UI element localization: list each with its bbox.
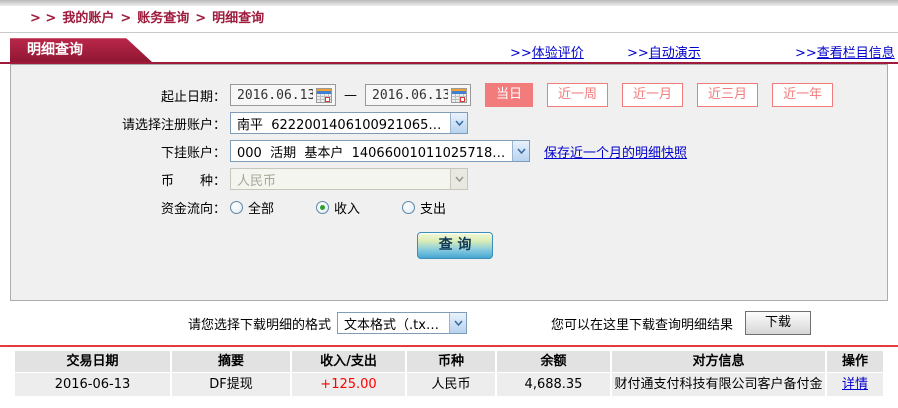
radio-flow-expense[interactable]: 支出 (402, 198, 446, 217)
radio-label: 支出 (420, 201, 447, 217)
breadcrumb-item-my-account[interactable]: 我的账户 (62, 11, 114, 26)
page: > > 我的账户 > 账务查询 > 明细查询 明细查询 >>体验评价 >>自动演示 >>查… (0, 0, 898, 408)
currency-value: 人民币 (237, 173, 277, 189)
radio-checked-icon (316, 200, 330, 214)
register-account-row: 请选择注册账户： 南平 6222001406100921065 灵通卡 (11, 109, 887, 137)
end-date-input[interactable] (372, 87, 448, 103)
cell-summary: DF提现 (172, 373, 290, 396)
radio-flow-income[interactable]: 收入 (316, 198, 360, 217)
cell-action: 详情 (827, 373, 883, 396)
start-date-input[interactable] (237, 87, 313, 103)
chevron-down-icon (512, 141, 529, 161)
calendar-icon[interactable] (316, 87, 332, 103)
header-currency: 币种 (407, 351, 495, 372)
radio-label: 全部 (248, 201, 275, 217)
register-account-select[interactable]: 南平 6222001406100921065 灵通卡 (230, 112, 468, 134)
sub-account-select[interactable]: 000 活期 基本户 1406600101102571848 (230, 140, 530, 162)
download-row: 请您选择下载明细的格式 文本格式（.txt） 您可以在这里下载查询明细结果 下载 (188, 308, 898, 338)
sub-account-label: 下挂账户： (160, 145, 226, 161)
link-label: 自动演示 (648, 46, 701, 61)
quick-range-week-button[interactable]: 近一周 (547, 83, 609, 107)
link-view-column-info[interactable]: >>查看栏目信息 (795, 42, 895, 61)
query-button-row: 查 询 (11, 232, 887, 259)
breadcrumb-separator: > (195, 11, 207, 26)
header-summary: 摘要 (172, 351, 290, 372)
download-format-label: 请您选择下载明细的格式 (188, 317, 332, 333)
chevron-down-icon (450, 113, 467, 133)
date-separator: — (344, 87, 357, 103)
header-amount: 收入/支出 (292, 351, 405, 372)
currency-row: 币 种： 人民币 (11, 165, 887, 193)
sub-account-value: 000 活期 基本户 1406600101102571848 (237, 145, 509, 161)
table-top-divider (0, 345, 898, 347)
download-format-value: 文本格式（.txt） (344, 317, 445, 333)
divider (0, 32, 898, 33)
radio-icon (230, 200, 243, 214)
table-header-row: 交易日期 摘要 收入/支出 币种 余额 对方信息 操作 (15, 351, 883, 372)
radio-flow-all[interactable]: 全部 (230, 198, 274, 217)
link-prefix: >> (627, 46, 649, 61)
cell-balance: 4,688.35 (497, 373, 610, 396)
currency-label: 币 种： (160, 173, 226, 189)
link-experience-rating[interactable]: >>体验评价 (510, 42, 584, 61)
download-format-select[interactable]: 文本格式（.txt） (337, 312, 468, 334)
table-row: 2016-06-13 DF提现 +125.00 人民币 4,688.35 财付通… (15, 373, 883, 396)
start-date-field (230, 84, 336, 106)
tab-detail-query[interactable]: 明细查询 (10, 38, 152, 62)
download-hint: 您可以在这里下载查询明细结果 (551, 317, 734, 333)
cell-amount: +125.00 (292, 373, 405, 396)
detail-link[interactable]: 详情 (842, 377, 868, 392)
header-counterparty: 对方信息 (612, 351, 825, 372)
end-date-field (365, 84, 471, 106)
cell-counterparty: 财付通支付科技有限公司客户备付金 (612, 373, 825, 396)
save-snapshot-link[interactable]: 保存近一个月的明细快照 (544, 142, 687, 161)
breadcrumb-prefix: > > (30, 11, 57, 26)
header-action: 操作 (827, 351, 883, 372)
link-prefix: >> (795, 46, 817, 61)
header-balance: 余额 (497, 351, 610, 372)
breadcrumb-item-account-query[interactable]: 账务查询 (137, 11, 189, 26)
fund-flow-row: 资金流向： 全部 收入 支出 (11, 193, 887, 221)
fund-flow-label: 资金流向： (160, 201, 226, 217)
query-form: 起止日期： — (10, 64, 888, 301)
breadcrumb-separator: > (120, 11, 132, 26)
breadcrumb: > > 我的账户 > 账务查询 > 明细查询 (0, 6, 898, 32)
chevron-down-icon (449, 313, 467, 333)
quick-range-today-button[interactable]: 当日 (485, 83, 534, 107)
link-label: 体验评价 (531, 46, 584, 61)
date-range-label: 起止日期： (160, 89, 226, 105)
radio-icon (402, 200, 416, 214)
calendar-icon[interactable] (451, 87, 467, 103)
chevron-down-icon (450, 169, 467, 189)
link-prefix: >> (510, 46, 532, 61)
sub-account-row: 下挂账户： 000 活期 基本户 1406600101102571848 保存近… (11, 137, 887, 165)
result-table: 交易日期 摘要 收入/支出 币种 余额 对方信息 操作 2016-06-13 D… (15, 351, 883, 396)
quick-range-year-button[interactable]: 近一年 (772, 83, 834, 107)
quick-range-month-button[interactable]: 近一月 (622, 83, 684, 107)
download-button[interactable]: 下载 (745, 311, 812, 335)
register-account-value: 南平 6222001406100921065 灵通卡 (237, 117, 450, 133)
query-button[interactable]: 查 询 (417, 232, 493, 259)
register-account-label: 请选择注册账户： (121, 117, 226, 133)
cell-date: 2016-06-13 (15, 373, 170, 396)
link-label: 查看栏目信息 (816, 46, 895, 61)
breadcrumb-item-detail-query[interactable]: 明细查询 (212, 11, 264, 26)
cell-currency: 人民币 (407, 373, 495, 396)
link-auto-demo[interactable]: >>自动演示 (627, 42, 701, 61)
radio-label: 收入 (334, 201, 361, 217)
date-range-row: 起止日期： — (11, 81, 887, 109)
quick-range-quarter-button[interactable]: 近三月 (697, 83, 759, 107)
currency-select: 人民币 (230, 168, 468, 190)
tab-bar: 明细查询 >>体验评价 >>自动演示 >>查看栏目信息 (0, 38, 898, 62)
header-date: 交易日期 (15, 351, 170, 372)
